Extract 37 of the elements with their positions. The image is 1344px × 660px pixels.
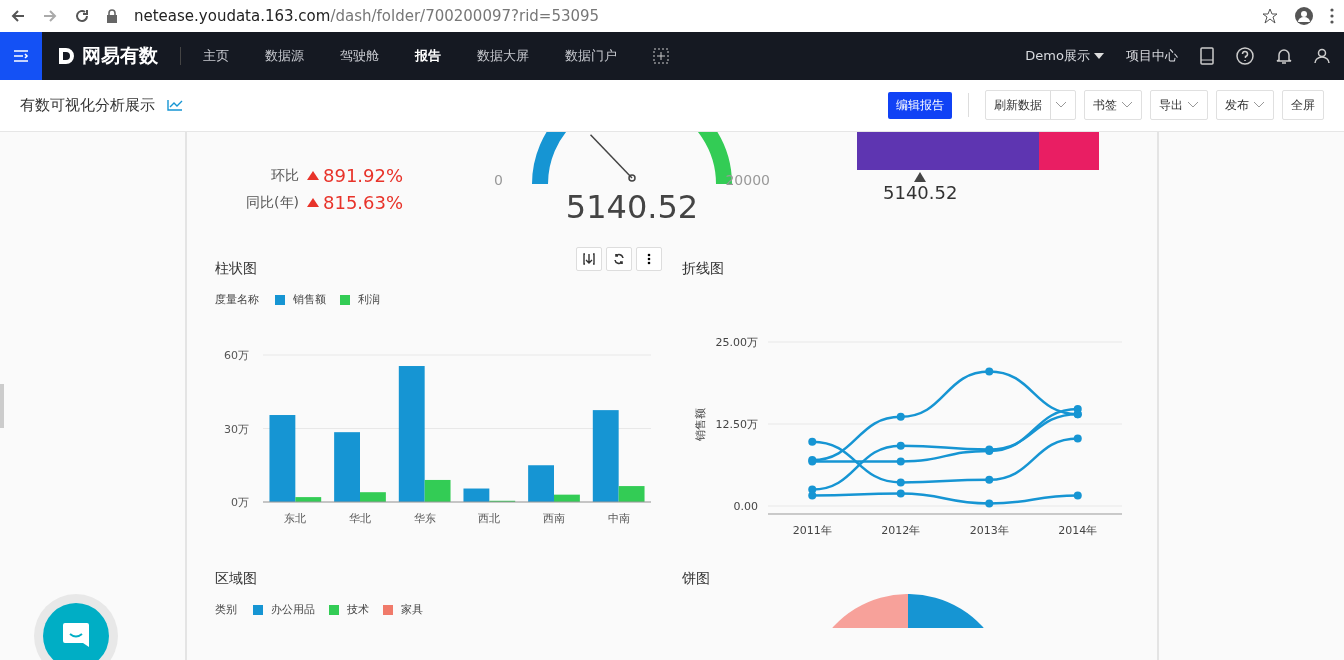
kpi-label: 同比(年) <box>245 193 300 212</box>
axis-tick-label: 60万 <box>224 349 249 362</box>
gauge-min-label: 0 <box>494 172 503 188</box>
axis-tick-label: 25.00万 <box>715 336 758 349</box>
axis-tick-label: 华东 <box>413 512 436 525</box>
legend-title: 度量名称 <box>215 292 259 307</box>
legend-label: 销售额 <box>293 292 326 307</box>
legend-label: 利润 <box>358 292 380 307</box>
axis-tick-label: 2013年 <box>969 524 1009 537</box>
axis-tick-label: 2012年 <box>881 524 921 537</box>
chart-title: 柱状图 <box>215 260 258 278</box>
legend-label: 技术 <box>347 602 369 617</box>
axis-tick-label: 西南 <box>543 512 565 525</box>
axis-tick-label: 2014年 <box>1058 524 1098 537</box>
kpi-label: 环比 <box>270 166 300 185</box>
axis-tick-label: 0万 <box>231 496 249 509</box>
brand-name: 网易有数 <box>82 42 158 68</box>
axis-tick-label: 华北 <box>349 512 371 525</box>
report-title: 有数可视化分析展示 <box>20 95 155 115</box>
axis-tick-label: 12.50万 <box>715 418 758 431</box>
axis-tick-label: 2011年 <box>792 524 832 537</box>
axis-tick-label: 0.00 <box>733 500 758 513</box>
axis-title: 销售额 <box>694 407 707 441</box>
legend-title: 类别 <box>215 602 237 617</box>
axis-tick-label: 30万 <box>224 422 249 436</box>
axis-tick-label: 东北 <box>284 512 307 525</box>
chart-title: 区域图 <box>215 570 258 588</box>
chart-title: 折线图 <box>682 260 725 278</box>
chart-title: 饼图 <box>682 570 711 588</box>
progress-value: 5140.52 <box>883 182 959 203</box>
axis-tick-label: 中南 <box>607 512 630 525</box>
legend-label: 家具 <box>401 602 423 617</box>
gauge-value: 5140.52 <box>565 188 699 226</box>
kpi-value: 891.92% <box>323 165 404 186</box>
axis-tick-label: 西北 <box>478 512 501 525</box>
legend-label: 办公用品 <box>271 602 315 617</box>
kpi-value: 815.63% <box>323 192 404 213</box>
